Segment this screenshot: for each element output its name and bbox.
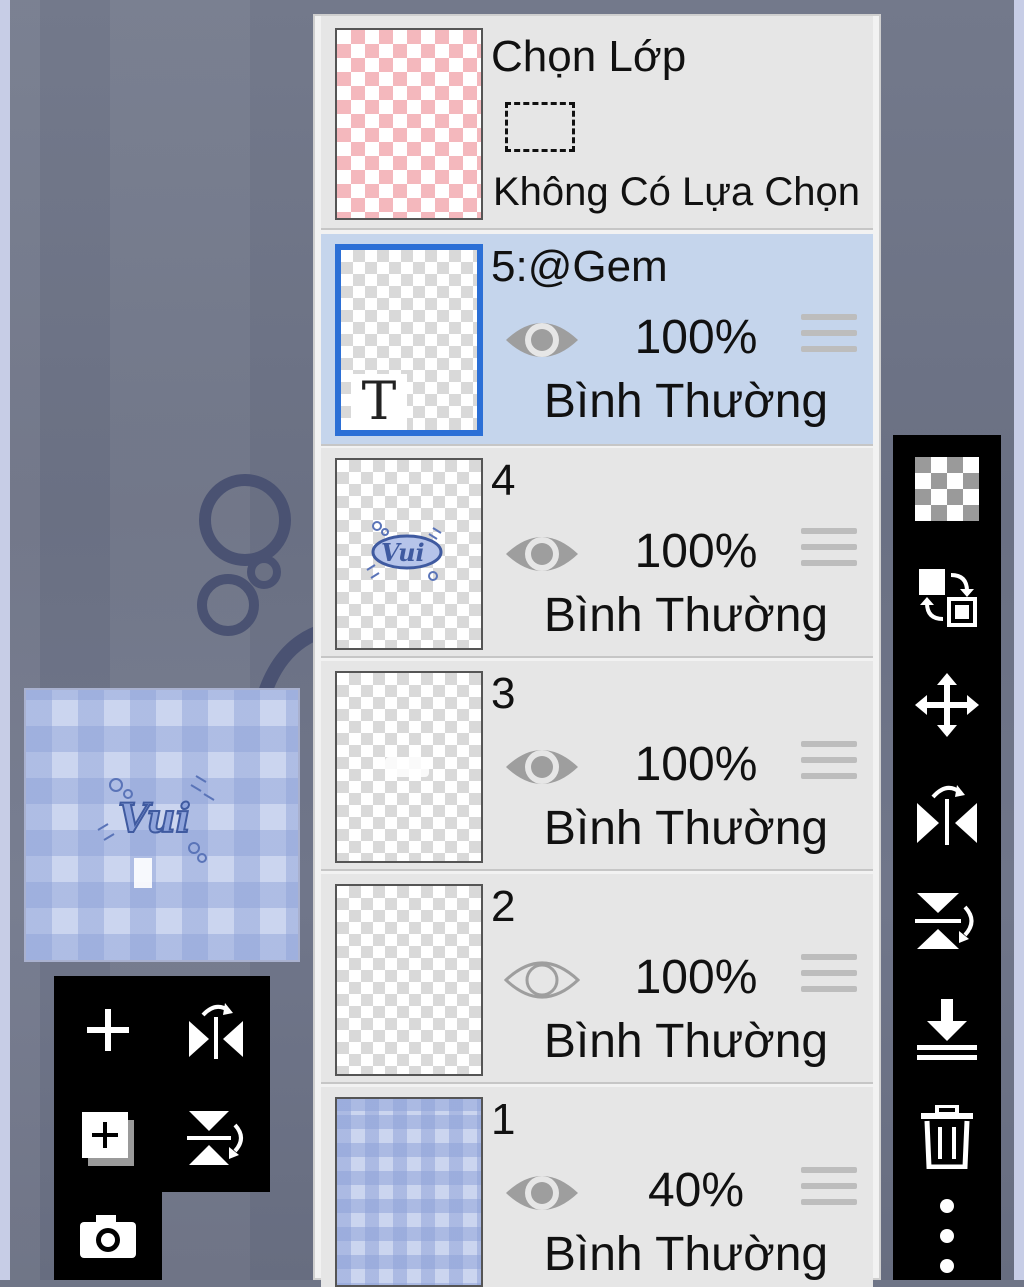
transparency-button[interactable] (893, 435, 1001, 543)
layer-name: 3 (491, 669, 516, 718)
layer-row[interactable]: 3 100% Bình Thường (321, 661, 873, 871)
layer-name: 1 (491, 1095, 516, 1144)
move-icon (915, 673, 979, 737)
add-layer-button[interactable] (54, 976, 162, 1084)
layer-opacity[interactable]: 100% (621, 950, 771, 1005)
layer-name: 5:@Gem (491, 242, 668, 291)
flip-horizontal-icon (189, 1003, 243, 1059)
drag-handle-icon[interactable] (801, 314, 857, 362)
canvas-edge-right (1014, 0, 1024, 1280)
layer-row[interactable]: 1 40% Bình Thường (321, 1087, 873, 1287)
selection-layer-row[interactable]: Chọn Lớp Không Có Lựa Chọn (321, 16, 873, 230)
add-copy-layer-icon (82, 1112, 134, 1166)
layer-opacity[interactable]: 100% (621, 310, 771, 365)
merge-down-icon (917, 999, 977, 1060)
blend-mode[interactable]: Bình Thường (501, 588, 871, 643)
selection-marquee-icon (505, 102, 575, 152)
selection-layer-title: Chọn Lớp (491, 32, 687, 81)
layer-row[interactable]: 2 100% Bình Thường (321, 874, 873, 1084)
layer-name: 4 (491, 456, 516, 505)
hidden-eye-icon[interactable] (504, 952, 580, 1008)
layer-actions-toolbar (54, 976, 270, 1192)
delete-layer-button[interactable] (893, 1083, 1001, 1191)
trash-icon (921, 1105, 973, 1169)
vui-logo-thumbnail-icon: Vui (366, 521, 443, 581)
drag-handle-icon[interactable] (801, 741, 857, 789)
more-options-button[interactable] (893, 1191, 1001, 1280)
blend-mode[interactable]: Bình Thường (501, 1227, 871, 1282)
add-layer-icon (87, 1009, 129, 1051)
camera-toolbar (54, 1192, 162, 1280)
drag-handle-icon[interactable] (801, 954, 857, 1002)
layer-row[interactable]: T 5:@Gem 100% Bình Thường (321, 234, 873, 446)
flip-vertical-button[interactable] (162, 1084, 270, 1192)
flip-vertical-icon (187, 1111, 243, 1165)
svg-text:Vui: Vui (381, 538, 425, 567)
canvas-edge-left (0, 0, 10, 1280)
layers-panel: Chọn Lớp Không Có Lựa Chọn T 5:@Gem 100%… (313, 14, 881, 1287)
camera-button[interactable] (54, 1192, 162, 1280)
selection-thumbnail (335, 28, 483, 220)
layer-opacity[interactable]: 40% (621, 1163, 771, 1218)
transparency-icon (915, 457, 979, 521)
layer-opacity[interactable]: 100% (621, 524, 771, 579)
flip-horizontal-icon (917, 785, 977, 845)
text-layer-icon: T (351, 374, 407, 430)
selection-status: Không Có Lựa Chọn (493, 170, 861, 214)
flip-vertical-button[interactable] (893, 867, 1001, 975)
blend-mode[interactable]: Bình Thường (501, 374, 871, 429)
layer-tools-toolbar (893, 435, 1001, 1280)
layer-name: 2 (491, 882, 516, 931)
layer-thumbnail: T (335, 244, 483, 436)
merge-down-button[interactable] (893, 975, 1001, 1083)
canvas-preview[interactable]: Vui (24, 688, 300, 962)
blend-mode[interactable]: Bình Thường (501, 1014, 871, 1069)
layer-thumbnail (335, 671, 483, 863)
drag-handle-icon[interactable] (801, 528, 857, 576)
visibility-eye-icon[interactable] (504, 739, 580, 795)
layer-thumbnail: Vui (335, 458, 483, 650)
vui-logo-text: Vui (117, 794, 192, 843)
drag-handle-icon[interactable] (801, 1167, 857, 1215)
layer-thumbnail (335, 884, 483, 1076)
flip-horizontal-button[interactable] (162, 976, 270, 1084)
swap-layers-button[interactable] (893, 543, 1001, 651)
layer-opacity[interactable]: 100% (621, 737, 771, 792)
move-button[interactable] (893, 651, 1001, 759)
flip-vertical-icon (915, 893, 974, 949)
visibility-eye-icon[interactable] (504, 312, 580, 368)
add-copy-layer-button[interactable] (54, 1084, 162, 1192)
visibility-eye-icon[interactable] (504, 1165, 580, 1221)
more-icon (940, 1198, 954, 1273)
blend-mode[interactable]: Bình Thường (501, 801, 871, 856)
layer-row[interactable]: Vui 4 100% Bình Thường (321, 448, 873, 658)
camera-icon (80, 1215, 136, 1258)
visibility-eye-icon[interactable] (504, 526, 580, 582)
swap-layers-icon (919, 569, 977, 627)
white-content-mark (385, 757, 429, 777)
flip-horizontal-button[interactable] (893, 759, 1001, 867)
layer-thumbnail (335, 1097, 483, 1287)
